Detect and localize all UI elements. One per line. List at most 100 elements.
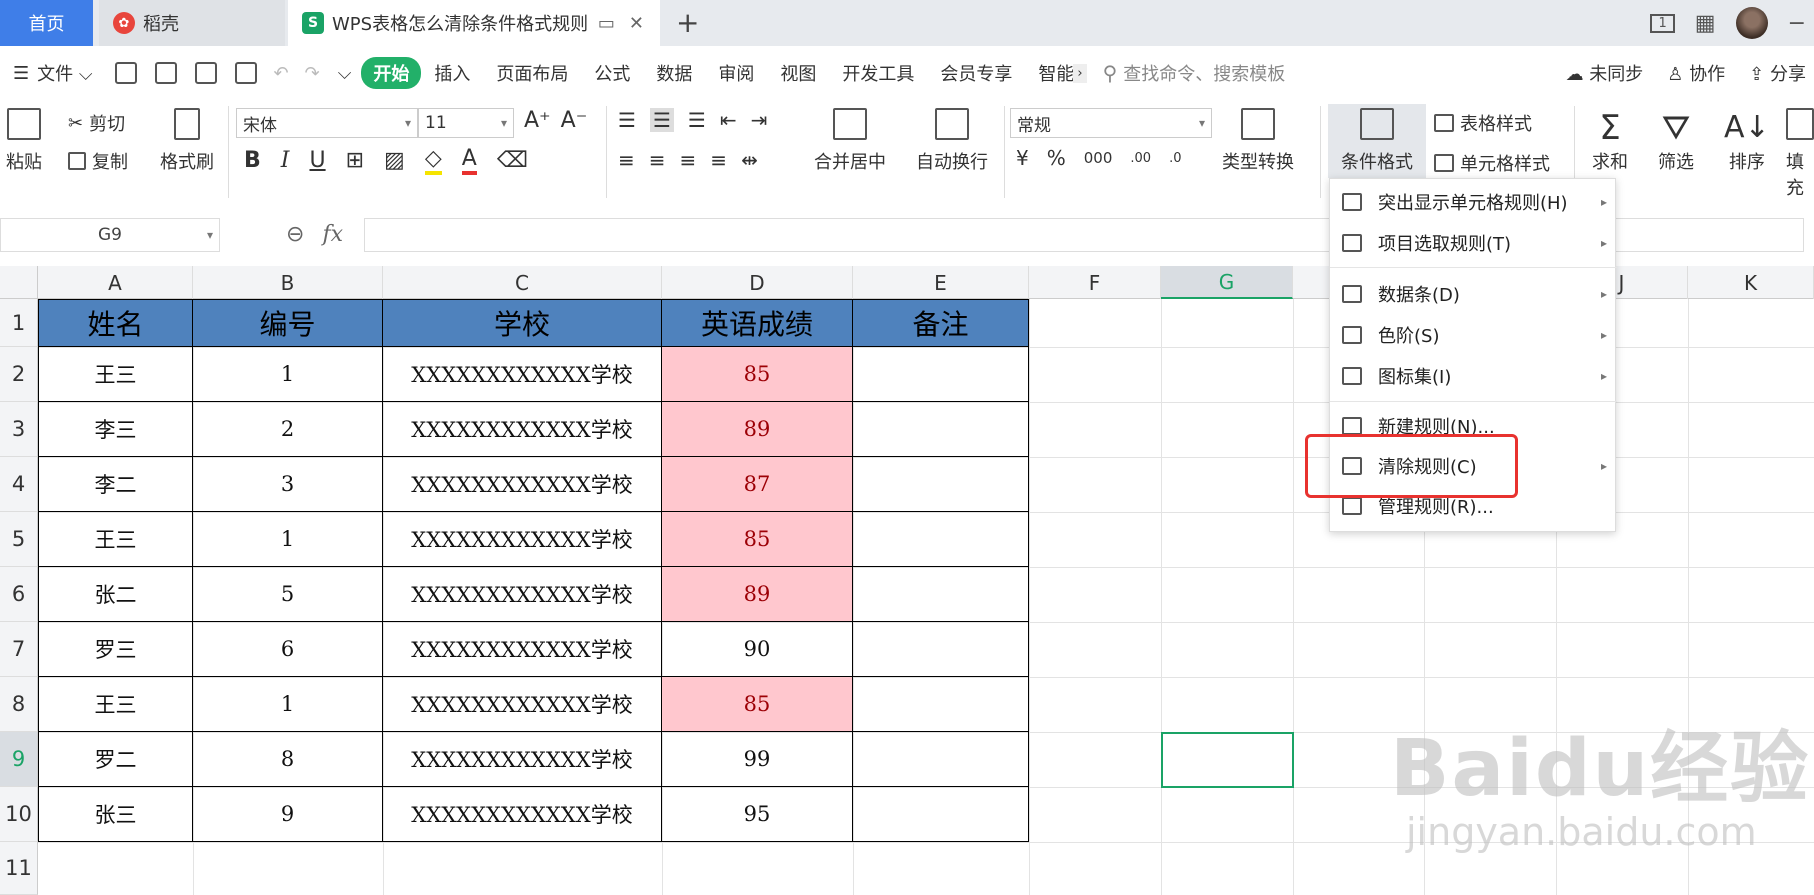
border-icon[interactable]: ⊞ <box>346 148 364 173</box>
menu-formulas[interactable]: 公式 <box>581 60 643 86</box>
column-header-c[interactable]: C <box>383 266 662 299</box>
table-cell[interactable]: 1 <box>193 677 383 732</box>
cell-style-button[interactable]: 单元格样式 <box>1434 150 1550 176</box>
row-header-9[interactable]: 9 <box>0 732 38 787</box>
column-header-b[interactable]: B <box>193 266 383 299</box>
fx-icon[interactable]: fx <box>322 222 343 247</box>
table-header-cell[interactable]: 英语成绩 <box>662 299 853 347</box>
table-cell[interactable] <box>853 622 1029 677</box>
column-header-e[interactable]: E <box>853 266 1029 299</box>
font-name-select[interactable]: 宋体 <box>236 108 418 138</box>
fill-pattern-icon[interactable]: ▨ <box>384 148 405 173</box>
menu-smart[interactable]: 智能 <box>1025 60 1073 86</box>
command-search[interactable]: ⚲ 查找命令、搜索模板 <box>1103 60 1286 86</box>
row-header-1[interactable]: 1 <box>0 299 38 347</box>
merge-center-button[interactable]: 合并居中 <box>814 108 886 174</box>
sum-button[interactable]: Σ 求和 <box>1592 108 1628 174</box>
sync-button[interactable]: ☁ 未同步 <box>1566 60 1644 86</box>
row-header-11[interactable]: 11 <box>0 842 38 895</box>
align-middle-icon[interactable]: ☰ <box>649 108 674 132</box>
table-cell[interactable]: 95 <box>662 787 853 842</box>
justify-icon[interactable]: ≡ <box>710 148 727 172</box>
table-cell[interactable]: 王三 <box>38 512 193 567</box>
table-cell[interactable]: 罗三 <box>38 622 193 677</box>
table-cell[interactable]: 王三 <box>38 347 193 402</box>
row-header-8[interactable]: 8 <box>0 677 38 732</box>
select-all-corner[interactable] <box>0 266 38 299</box>
copy-button[interactable]: 复制 <box>68 148 128 174</box>
bold-icon[interactable]: B <box>244 148 261 173</box>
table-cell[interactable]: XXXXXXXXXXXX学校 <box>383 402 662 457</box>
print-preview-icon[interactable] <box>234 62 257 84</box>
table-cell[interactable]: 9 <box>193 787 383 842</box>
fill-color-icon[interactable]: ◇ <box>424 146 442 175</box>
menu-insert[interactable]: 插入 <box>421 60 483 86</box>
row-header-5[interactable]: 5 <box>0 512 38 567</box>
align-right-icon[interactable]: ≡ <box>680 148 697 172</box>
column-header-f[interactable]: F <box>1029 266 1161 299</box>
hamburger-icon[interactable]: ☰ <box>0 63 33 84</box>
avatar[interactable] <box>1735 7 1768 39</box>
row-header-3[interactable]: 3 <box>0 402 38 457</box>
table-cell[interactable] <box>853 512 1029 567</box>
table-cell[interactable]: 6 <box>193 622 383 677</box>
tab-home[interactable]: 首页 <box>0 0 93 46</box>
table-cell[interactable]: XXXXXXXXXXXX学校 <box>383 732 662 787</box>
menu-member[interactable]: 会员专享 <box>927 60 1025 86</box>
align-left-icon[interactable]: ≡ <box>618 148 635 172</box>
currency-icon[interactable]: ¥ <box>1016 146 1029 170</box>
collab-button[interactable]: ♙ 协作 <box>1667 60 1725 86</box>
share-button[interactable]: ⇪ 分享 <box>1749 60 1806 86</box>
tab-document[interactable]: S WPS表格怎么清除条件格式规则 ▭ ✕ <box>288 0 660 46</box>
table-cell[interactable]: 李三 <box>38 402 193 457</box>
row-header-4[interactable]: 4 <box>0 457 38 512</box>
table-cell[interactable]: 85 <box>662 347 853 402</box>
menu-page-layout[interactable]: 页面布局 <box>483 60 581 86</box>
monitor-icon[interactable]: ▭ <box>598 13 615 34</box>
column-header-g[interactable]: G <box>1161 266 1293 299</box>
conditional-format-button[interactable]: 条件格式 <box>1328 104 1426 178</box>
underline-icon[interactable]: U <box>309 148 325 173</box>
row-header-7[interactable]: 7 <box>0 622 38 677</box>
align-center-icon[interactable]: ≡ <box>649 148 666 172</box>
menu-color-scales[interactable]: 色阶(S) ▸ <box>1330 316 1617 354</box>
align-bottom-icon[interactable]: ☰ <box>688 108 706 132</box>
table-cell[interactable]: 89 <box>662 402 853 457</box>
column-header-a[interactable]: A <box>38 266 193 299</box>
column-header-k[interactable]: K <box>1688 266 1814 299</box>
table-cell[interactable] <box>853 457 1029 512</box>
new-tab-button[interactable]: + <box>676 6 699 39</box>
minimize-icon[interactable]: − <box>1788 11 1806 36</box>
table-cell[interactable]: XXXXXXXXXXXX学校 <box>383 622 662 677</box>
name-box[interactable]: G9 ▾ <box>0 218 220 252</box>
menu-review[interactable]: 审阅 <box>705 60 767 86</box>
table-header-cell[interactable]: 姓名 <box>38 299 193 347</box>
table-cell[interactable]: 89 <box>662 567 853 622</box>
table-cell[interactable]: 1 <box>193 347 383 402</box>
type-convert-button[interactable]: 类型转换 <box>1222 108 1294 174</box>
zoom-icon[interactable]: ⊖ <box>286 222 304 247</box>
tab-daoke[interactable]: ✿ 稻壳 <box>99 0 285 46</box>
decrease-font-icon[interactable]: A⁻ <box>561 108 588 133</box>
number-format-select[interactable]: 常规 <box>1010 108 1212 138</box>
table-style-button[interactable]: 表格样式 <box>1434 110 1532 136</box>
table-cell[interactable]: 2 <box>193 402 383 457</box>
redo-icon[interactable]: ↷ <box>297 63 328 84</box>
table-cell[interactable]: XXXXXXXXXXXX学校 <box>383 677 662 732</box>
format-painter-button[interactable]: 格式刷 <box>160 108 214 174</box>
paste-button[interactable]: 粘贴 <box>6 108 42 174</box>
filter-button[interactable]: ⛛ 筛选 <box>1658 108 1694 174</box>
table-cell[interactable]: 87 <box>662 457 853 512</box>
grid-view-icon[interactable]: ▦ <box>1695 11 1716 36</box>
table-header-cell[interactable]: 学校 <box>383 299 662 347</box>
table-cell[interactable]: 1 <box>193 512 383 567</box>
menu-top-rules[interactable]: 项目选取规则(T) ▸ <box>1330 224 1617 262</box>
font-size-select[interactable]: 11 <box>418 108 514 138</box>
table-cell[interactable]: 张二 <box>38 567 193 622</box>
font-color-icon[interactable]: A <box>461 146 477 175</box>
table-cell[interactable]: XXXXXXXXXXXX学校 <box>383 567 662 622</box>
menu-highlight-rules[interactable]: 突出显示单元格规则(H) ▸ <box>1330 183 1617 221</box>
increase-font-icon[interactable]: A⁺ <box>524 108 551 133</box>
table-cell[interactable]: 85 <box>662 512 853 567</box>
table-cell[interactable] <box>853 347 1029 402</box>
